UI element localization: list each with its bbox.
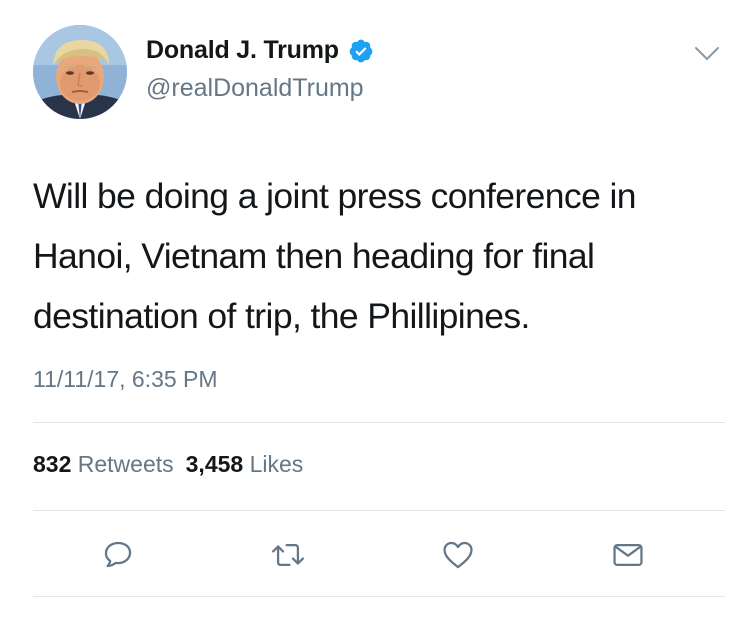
retweets-count: 832 [33,451,72,477]
likes-label: Likes [249,451,304,477]
retweet-icon [271,543,305,567]
profile-photo-icon [33,25,127,119]
likes-count: 3,458 [185,451,244,477]
chevron-down-icon[interactable] [693,44,721,64]
reply-button[interactable] [98,535,138,575]
direct-message-button[interactable] [608,535,648,575]
retweets-stat[interactable]: 832 Retweets [33,451,174,477]
like-button[interactable] [438,535,478,575]
reply-icon [104,541,132,568]
retweet-button[interactable] [268,535,308,575]
verified-badge-icon [348,38,374,64]
tweet-text: Will be doing a joint press conference i… [33,176,637,336]
heart-icon [443,541,473,569]
display-name[interactable]: Donald J. Trump [146,36,339,65]
divider [33,596,725,597]
tweet-card: Donald J. Trump @realDonaldTrump Will be… [0,0,750,622]
tweet-stats: 832 Retweets 3,458 Likes [33,451,303,478]
envelope-icon [613,543,643,567]
author-handle[interactable]: @realDonaldTrump [146,74,364,103]
likes-stat[interactable]: 3,458 Likes [186,451,304,477]
avatar[interactable] [33,25,127,119]
author-name-row[interactable]: Donald J. Trump [146,36,374,65]
retweets-label: Retweets [77,451,174,477]
divider [33,510,725,511]
tweet-timestamp[interactable]: 11/11/17, 6:35 PM [33,366,218,393]
divider [33,422,725,423]
